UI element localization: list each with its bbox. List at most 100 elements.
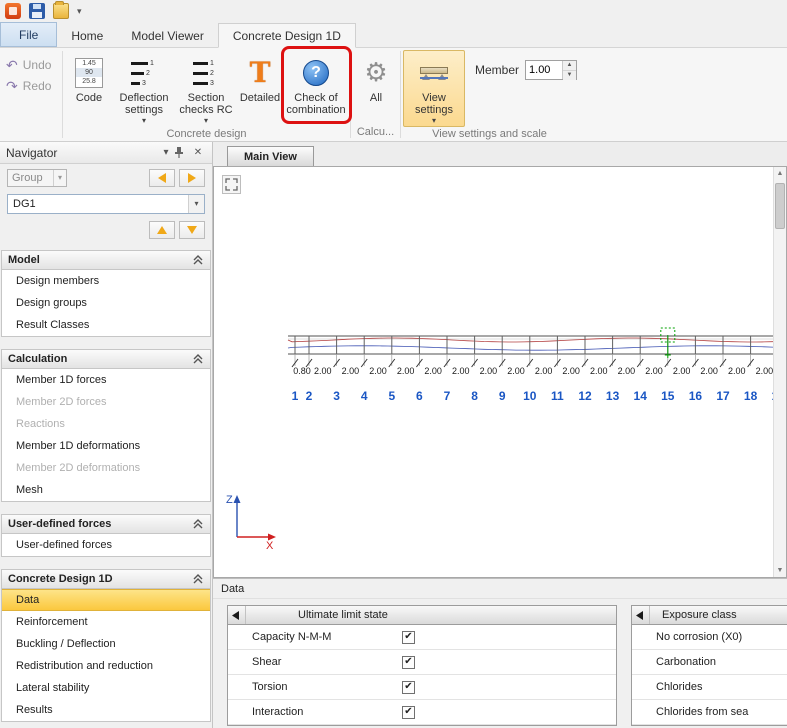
table-row: Chlorides: [632, 675, 787, 700]
code-button[interactable]: 1.45 90 25.8 Code: [65, 50, 113, 127]
node-number: 11: [551, 389, 564, 403]
nav-item-reinforcement[interactable]: Reinforcement: [2, 611, 210, 633]
nav-item-member-1d-deformations[interactable]: Member 1D deformations: [2, 435, 210, 457]
panel-menu-icon[interactable]: ▾: [158, 147, 174, 158]
dimension-label: 2.00: [618, 366, 636, 376]
view-settings-button[interactable]: View settings ▾: [403, 50, 465, 127]
nav-item-lateral-stability[interactable]: Lateral stability: [2, 677, 210, 699]
quickbar-menu-icon[interactable]: ▾: [77, 6, 82, 17]
exposure-header[interactable]: Exposure class: [632, 606, 787, 625]
torsion-checkbox[interactable]: ✔: [402, 681, 415, 694]
spin-down-icon[interactable]: ▼: [563, 71, 576, 80]
check-of-combination-button[interactable]: ? Check of combination: [283, 50, 349, 127]
node-number: 7: [444, 389, 451, 403]
navigator-controls: Group ▾ DG1 ▾: [0, 164, 212, 243]
scroll-down-icon[interactable]: ▼: [774, 564, 786, 577]
node-number: 17: [716, 389, 730, 403]
spin-up-icon[interactable]: ▲: [563, 61, 576, 71]
dimension-label: 2.00: [756, 366, 774, 376]
shear-checkbox[interactable]: ✔: [402, 656, 415, 669]
design-group-combobox[interactable]: DG1 ▾: [7, 194, 205, 214]
z-axis-label: Z: [226, 494, 233, 506]
table-row: Chlorides from sea: [632, 700, 787, 725]
table-row: Capacity N-M-M ✔: [228, 625, 616, 650]
next-group-button[interactable]: [179, 169, 205, 187]
beam-icon: [419, 62, 449, 84]
tab-main-view[interactable]: Main View: [227, 146, 314, 166]
code-icon-line: 25.8: [76, 77, 102, 86]
close-icon[interactable]: ✕: [190, 147, 206, 158]
nav-item-design-groups[interactable]: Design groups: [2, 292, 210, 314]
vertical-scrollbar[interactable]: ▲ ▼: [773, 167, 786, 577]
dimension-label: 2.00: [452, 366, 470, 376]
z-axis-arrow-icon: [234, 495, 241, 503]
node-number: 13: [606, 389, 620, 403]
zoom-extents-button[interactable]: [222, 175, 241, 194]
dimension-label: 2.00: [314, 366, 332, 376]
open-icon[interactable]: [53, 3, 69, 19]
undo-button[interactable]: ↶ Undo: [6, 54, 62, 75]
row-label: Torsion: [228, 681, 402, 693]
nav-item-mesh[interactable]: Mesh: [2, 479, 210, 501]
deflection-settings-button[interactable]: 1 2 3 Deflection settings ▾: [113, 50, 175, 127]
member-scale-spinner[interactable]: ▲ ▼: [525, 60, 577, 80]
capacity-nmm-checkbox[interactable]: ✔: [402, 631, 415, 644]
main-view-canvas[interactable]: 123456789101112131415161718190.802.002.0…: [213, 166, 787, 578]
navigator-title: Navigator: [6, 146, 158, 160]
nav-item-results[interactable]: Results: [2, 699, 210, 721]
arrow-down-icon: [187, 226, 197, 234]
section-header-concrete-design-1d[interactable]: Concrete Design 1D: [2, 570, 210, 589]
collapse-triangle-icon[interactable]: [632, 606, 650, 624]
detailed-label: Detailed: [240, 92, 280, 104]
nav-item-result-classes[interactable]: Result Classes: [2, 314, 210, 336]
dimension-label: 2.00: [369, 366, 387, 376]
coordinate-axes: Z X: [224, 489, 280, 549]
node-number: 1: [292, 389, 299, 403]
node-number: 2: [306, 389, 313, 403]
data-panel: Data Ultimate limit state Capacity N-M-M…: [213, 578, 787, 728]
calculate-all-button[interactable]: ⚙ All: [353, 50, 399, 125]
interaction-checkbox[interactable]: ✔: [402, 706, 415, 719]
tab-concrete-design-1d[interactable]: Concrete Design 1D: [218, 23, 356, 48]
tab-model-viewer[interactable]: Model Viewer: [117, 24, 217, 47]
nav-item-reactions: Reactions: [2, 413, 210, 435]
nav-item-buckling-deflection[interactable]: Buckling / Deflection: [2, 633, 210, 655]
dimension-label: 2.00: [424, 366, 442, 376]
nav-item-member-1d-forces[interactable]: Member 1D forces: [2, 369, 210, 391]
node-number: 14: [634, 389, 648, 403]
tab-file[interactable]: File: [0, 22, 57, 47]
section-header-model[interactable]: Model: [2, 251, 210, 270]
section-checks-rc-button[interactable]: 1 2 3 Section checks RC ▾: [175, 50, 237, 127]
tab-home[interactable]: Home: [57, 24, 117, 47]
view-settings-group: View settings ▾ Member ▲ ▼ View settings…: [401, 48, 578, 141]
redo-button[interactable]: ↷ Redo: [6, 75, 62, 96]
member-scale-input[interactable]: [526, 61, 562, 79]
app-icon[interactable]: [5, 3, 21, 19]
nav-item-redistribution-reduction[interactable]: Redistribution and reduction: [2, 655, 210, 677]
scrollbar-thumb[interactable]: [775, 183, 785, 229]
group-mode-label: Group: [8, 170, 53, 186]
section-header-user-defined-forces[interactable]: User-defined forces: [2, 515, 210, 534]
section-header-calculation[interactable]: Calculation: [2, 350, 210, 369]
chevron-down-icon: ▾: [432, 117, 436, 126]
collapse-triangle-icon[interactable]: [228, 606, 246, 624]
group-mode-dropdown[interactable]: Group ▾: [7, 169, 67, 187]
nav-item-design-members[interactable]: Design members: [2, 270, 210, 292]
detailed-button[interactable]: T Detailed: [237, 50, 283, 127]
nav-item-data[interactable]: Data: [2, 589, 210, 611]
uls-header[interactable]: Ultimate limit state: [228, 606, 616, 625]
scroll-up-icon[interactable]: ▲: [774, 167, 786, 180]
nav-item-user-defined-forces[interactable]: User-defined forces: [2, 534, 210, 556]
table-row: Shear ✔: [228, 650, 616, 675]
main-column: Main View 123456789101112131415161718190…: [213, 142, 787, 728]
exposure-class-box: Exposure class No corrosion (X0) Carbona…: [631, 605, 787, 726]
code-label: Code: [76, 92, 102, 104]
arrow-right-icon: [188, 173, 196, 183]
previous-group-button[interactable]: [149, 169, 175, 187]
move-up-button[interactable]: [149, 221, 175, 239]
pin-icon[interactable]: [174, 147, 190, 158]
exposure-title: Exposure class: [650, 609, 737, 621]
save-icon[interactable]: [29, 3, 45, 19]
row-label: Chlorides from sea: [632, 706, 748, 718]
move-down-button[interactable]: [179, 221, 205, 239]
